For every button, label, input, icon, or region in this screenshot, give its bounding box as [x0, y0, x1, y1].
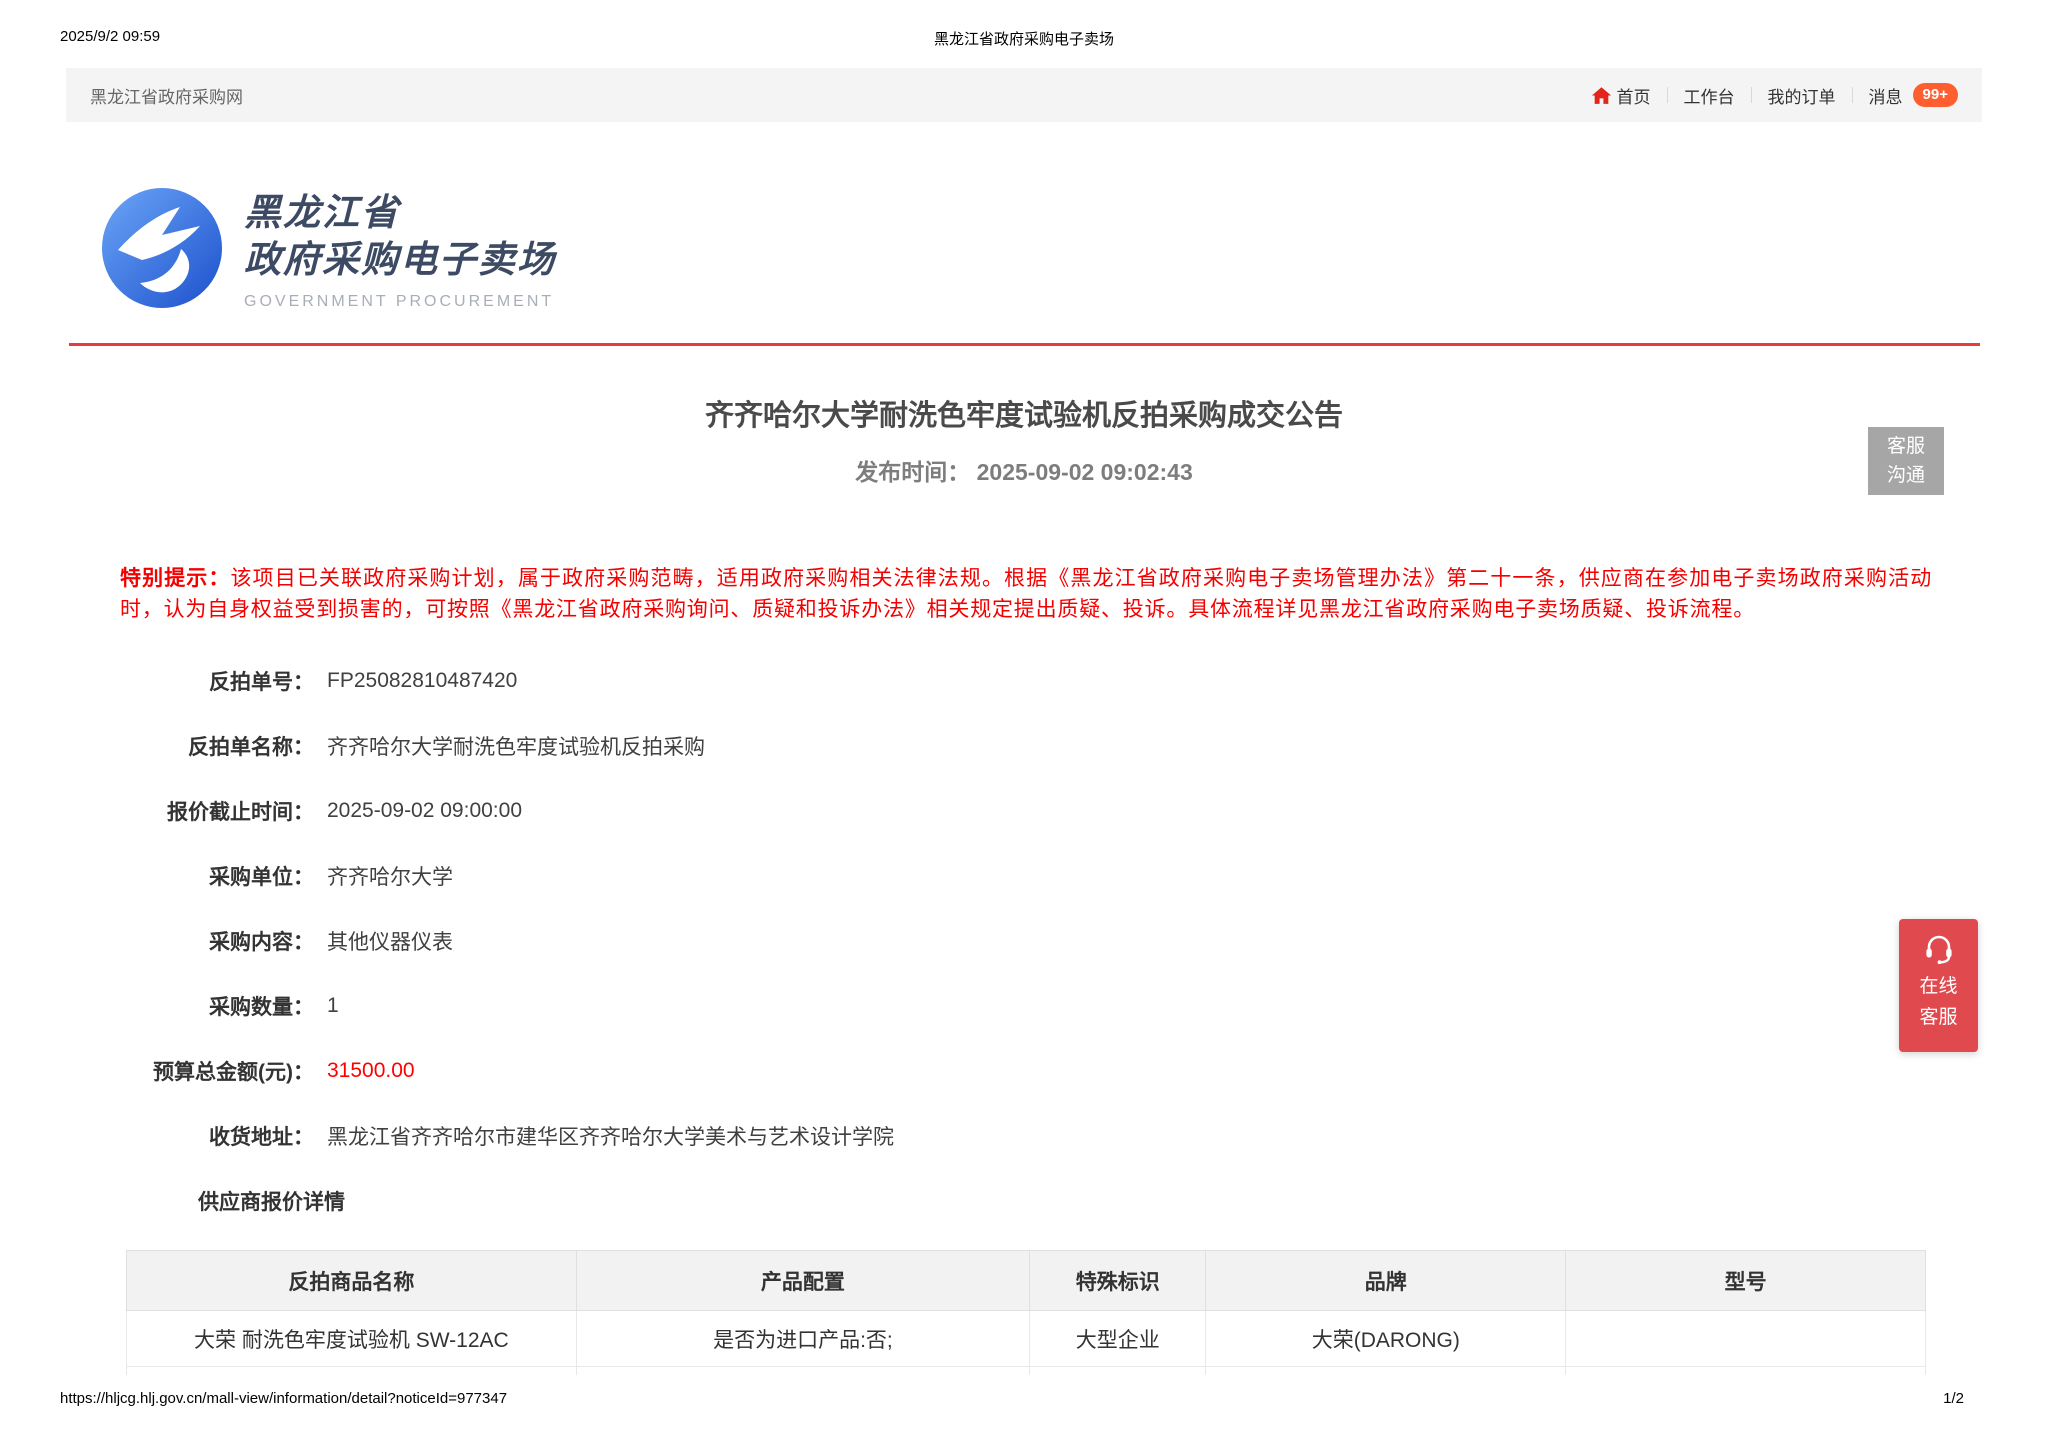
- print-page: 2025/9/2 09:59 黑龙江省政府采购电子卖场 黑龙江省政府采购网 首页…: [0, 0, 2048, 1447]
- cell-special-mark: 大型企业: [1030, 1311, 1206, 1367]
- field-value: FP25082810487420: [314, 669, 517, 693]
- table-row: 大荣 耐洗色牢度试验机 SW-12AC 是否为进口产品:否; 大型企业 大荣(D…: [127, 1311, 1926, 1367]
- publish-time-line: 发布时间： 2025-09-02 09:02:43: [0, 453, 2048, 487]
- field-label: 采购数量：: [0, 991, 314, 1021]
- nav-item-home[interactable]: 首页: [1591, 83, 1651, 108]
- field-quantity: 采购数量： 1: [0, 973, 2048, 1038]
- nav-separator: [1751, 87, 1752, 103]
- nav-item-label: 消息: [1869, 83, 1903, 108]
- field-value: 齐齐哈尔大学耐洗色牢度试验机反拍采购: [314, 731, 705, 761]
- headset-icon: [1922, 932, 1956, 964]
- home-icon: [1591, 85, 1612, 106]
- field-label: 反拍单号：: [0, 666, 314, 696]
- cell-brand: 大荣(DARONG): [1206, 1311, 1566, 1367]
- nav-separator: [1852, 87, 1853, 103]
- field-value: 齐齐哈尔大学: [314, 861, 453, 891]
- logo-text: 黑龙江省 政府采购电子卖场 GOVERNMENT PROCUREMENT: [244, 186, 556, 311]
- online-service-line2: 客服: [1919, 1002, 1957, 1033]
- logo-line1: 黑龙江省: [244, 190, 556, 237]
- field-label: 报价截止时间：: [0, 796, 314, 826]
- service-chat-line1: 客服: [1868, 432, 1944, 461]
- field-auction-name: 反拍单名称： 齐齐哈尔大学耐洗色牢度试验机反拍采购: [0, 713, 2048, 778]
- col-header-model: 型号: [1566, 1251, 1926, 1311]
- nav-item-my-orders[interactable]: 我的订单: [1768, 83, 1836, 108]
- special-alert-label: 特别提示：: [120, 567, 231, 590]
- field-delivery-address: 收货地址： 黑龙江省齐齐哈尔市建华区齐齐哈尔大学美术与艺术设计学院: [0, 1103, 2048, 1168]
- field-budget-total: 预算总金额(元)： 31500.00: [0, 1038, 2048, 1103]
- field-auction-no: 反拍单号： FP25082810487420: [0, 648, 2048, 713]
- field-value: 1: [314, 994, 339, 1018]
- col-header-brand: 品牌: [1206, 1251, 1566, 1311]
- table-header-row: 反拍商品名称 产品配置 特殊标识 品牌 型号: [127, 1251, 1926, 1311]
- field-label: 反拍单名称：: [0, 731, 314, 761]
- publish-time-value: 2025-09-02 09:02:43: [977, 459, 1193, 485]
- message-count-badge[interactable]: 99+: [1913, 83, 1958, 107]
- col-header-special-mark: 特殊标识: [1030, 1251, 1206, 1311]
- publish-time-label: 发布时间：: [855, 459, 970, 485]
- field-purchase-content: 采购内容： 其他仪器仪表: [0, 908, 2048, 973]
- special-alert-text: 该项目已关联政府采购计划，属于政府采购范畴，适用政府采购相关法律法规。根据《黑龙…: [120, 567, 1932, 621]
- field-value: 黑龙江省齐齐哈尔市建华区齐齐哈尔大学美术与艺术设计学院: [314, 1121, 894, 1151]
- field-label: 采购单位：: [0, 861, 314, 891]
- special-alert: 特别提示：该项目已关联政府采购计划，属于政府采购范畴，适用政府采购相关法律法规。…: [120, 563, 1932, 625]
- field-value-budget: 31500.00: [314, 1059, 415, 1083]
- service-chat-button[interactable]: 客服 沟通: [1868, 427, 1944, 495]
- table-row-partial: [127, 1367, 1926, 1375]
- col-header-product-name: 反拍商品名称: [127, 1251, 577, 1311]
- nav-item-label: 首页: [1617, 83, 1651, 108]
- cell-product-config: 是否为进口产品:否;: [576, 1311, 1029, 1367]
- nav-separator: [1667, 87, 1668, 103]
- nav-item-messages[interactable]: 消息: [1869, 83, 1903, 108]
- field-value: 2025-09-02 09:00:00: [314, 799, 522, 823]
- nav-item-workbench[interactable]: 工作台: [1684, 83, 1735, 108]
- print-page-number: 1/2: [1943, 1390, 1964, 1407]
- red-divider: [69, 343, 1980, 346]
- cell-product-name: 大荣 耐洗色牢度试验机 SW-12AC: [127, 1311, 577, 1367]
- logo-line2: 政府采购电子卖场: [244, 237, 556, 284]
- navbar-right: 首页 工作台 我的订单 消息 99+: [1591, 83, 1958, 108]
- field-label: 收货地址：: [0, 1121, 314, 1151]
- logo-eagle-icon: [100, 186, 224, 310]
- supplier-quote-section-header: 供应商报价详情: [0, 1168, 2048, 1233]
- site-name-link[interactable]: 黑龙江省政府采购网: [90, 83, 243, 108]
- quote-table: 反拍商品名称 产品配置 特殊标识 品牌 型号 大荣 耐洗色牢度试验机 SW-12…: [126, 1250, 1926, 1375]
- print-doc-title: 黑龙江省政府采购电子卖场: [0, 28, 2048, 49]
- nav-item-label: 工作台: [1684, 83, 1735, 108]
- logo-line3: GOVERNMENT PROCUREMENT: [244, 293, 556, 311]
- col-header-product-config: 产品配置: [576, 1251, 1029, 1311]
- online-service-line1: 在线: [1919, 971, 1957, 1002]
- detail-form: 反拍单号： FP25082810487420 反拍单名称： 齐齐哈尔大学耐洗色牢…: [0, 648, 2048, 1233]
- announcement-title: 齐齐哈尔大学耐洗色牢度试验机反拍采购成交公告: [0, 392, 2048, 434]
- field-label: 采购内容：: [0, 926, 314, 956]
- print-url: https://hljcg.hlj.gov.cn/mall-view/infor…: [60, 1390, 507, 1407]
- field-purchaser: 采购单位： 齐齐哈尔大学: [0, 843, 2048, 908]
- site-logo: 黑龙江省 政府采购电子卖场 GOVERNMENT PROCUREMENT: [100, 186, 556, 311]
- service-chat-line2: 沟通: [1868, 461, 1944, 490]
- nav-item-label: 我的订单: [1768, 83, 1836, 108]
- online-service-button[interactable]: 在线 客服: [1899, 919, 1978, 1052]
- top-navbar: 黑龙江省政府采购网 首页 工作台 我的订单 消息 99+: [66, 68, 1982, 122]
- field-label: 预算总金额(元)：: [0, 1056, 314, 1086]
- field-quote-deadline: 报价截止时间： 2025-09-02 09:00:00: [0, 778, 2048, 843]
- cell-model: [1566, 1311, 1926, 1367]
- field-value: 其他仪器仪表: [314, 926, 453, 956]
